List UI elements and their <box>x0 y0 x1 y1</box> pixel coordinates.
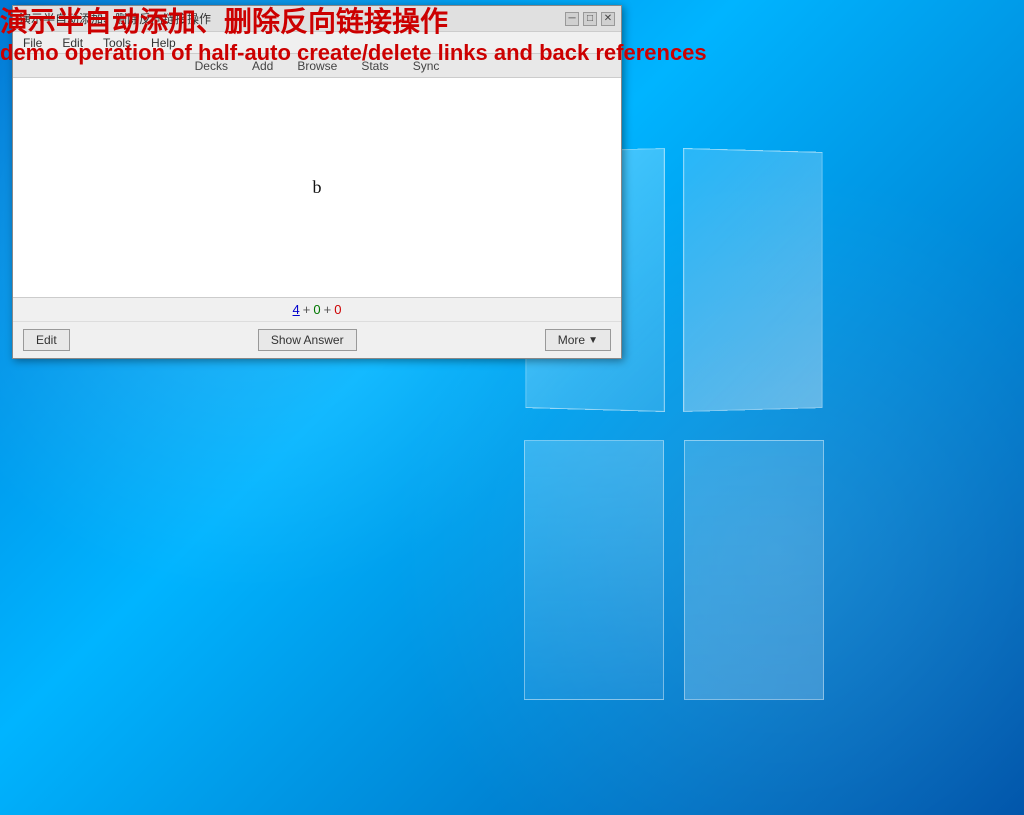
maximize-button[interactable]: □ <box>583 12 597 26</box>
nav-bar: Decks Add Browse Stats Sync <box>13 54 621 78</box>
card-content: b <box>313 177 322 198</box>
nav-browse[interactable]: Browse <box>287 57 347 75</box>
menu-edit[interactable]: Edit <box>56 35 89 51</box>
menu-file[interactable]: File <box>17 35 48 51</box>
show-answer-button[interactable]: Show Answer <box>258 329 357 351</box>
nav-decks[interactable]: Decks <box>185 57 238 75</box>
title-bar-controls: ─ □ ✕ <box>565 12 615 26</box>
button-bar: Edit Show Answer More ▼ <box>13 322 621 358</box>
stat-sep1: + <box>303 302 311 317</box>
stat-red-count: 0 <box>334 302 341 317</box>
menu-help[interactable]: Help <box>145 35 182 51</box>
win-pane-bl <box>524 440 664 700</box>
nav-sync[interactable]: Sync <box>403 57 450 75</box>
win-pane-br <box>684 440 824 700</box>
menu-tools[interactable]: Tools <box>97 35 137 51</box>
stats-bar: 4 + 0 + 0 <box>13 298 621 322</box>
stat-green-count: 0 <box>313 302 320 317</box>
nav-stats[interactable]: Stats <box>351 57 398 75</box>
stat-blue-count[interactable]: 4 <box>293 302 300 317</box>
edit-button[interactable]: Edit <box>23 329 70 351</box>
card-area: b <box>13 78 621 298</box>
minimize-button[interactable]: ─ <box>565 12 579 26</box>
more-dropdown-arrow: ▼ <box>588 335 598 346</box>
nav-add[interactable]: Add <box>242 57 283 75</box>
title-bar: 演示半自动添加、删除反向链接操作 ─ □ ✕ <box>13 6 621 32</box>
close-button[interactable]: ✕ <box>601 12 615 26</box>
more-button[interactable]: More ▼ <box>545 329 611 351</box>
stat-sep2: + <box>324 302 332 317</box>
win-pane-tr <box>683 148 822 412</box>
menu-bar: File Edit Tools Help <box>13 32 621 54</box>
window-title: 演示半自动添加、删除反向链接操作 <box>19 10 211 27</box>
more-label: More <box>558 333 585 347</box>
anki-window: 演示半自动添加、删除反向链接操作 ─ □ ✕ File Edit Tools H… <box>12 5 622 359</box>
